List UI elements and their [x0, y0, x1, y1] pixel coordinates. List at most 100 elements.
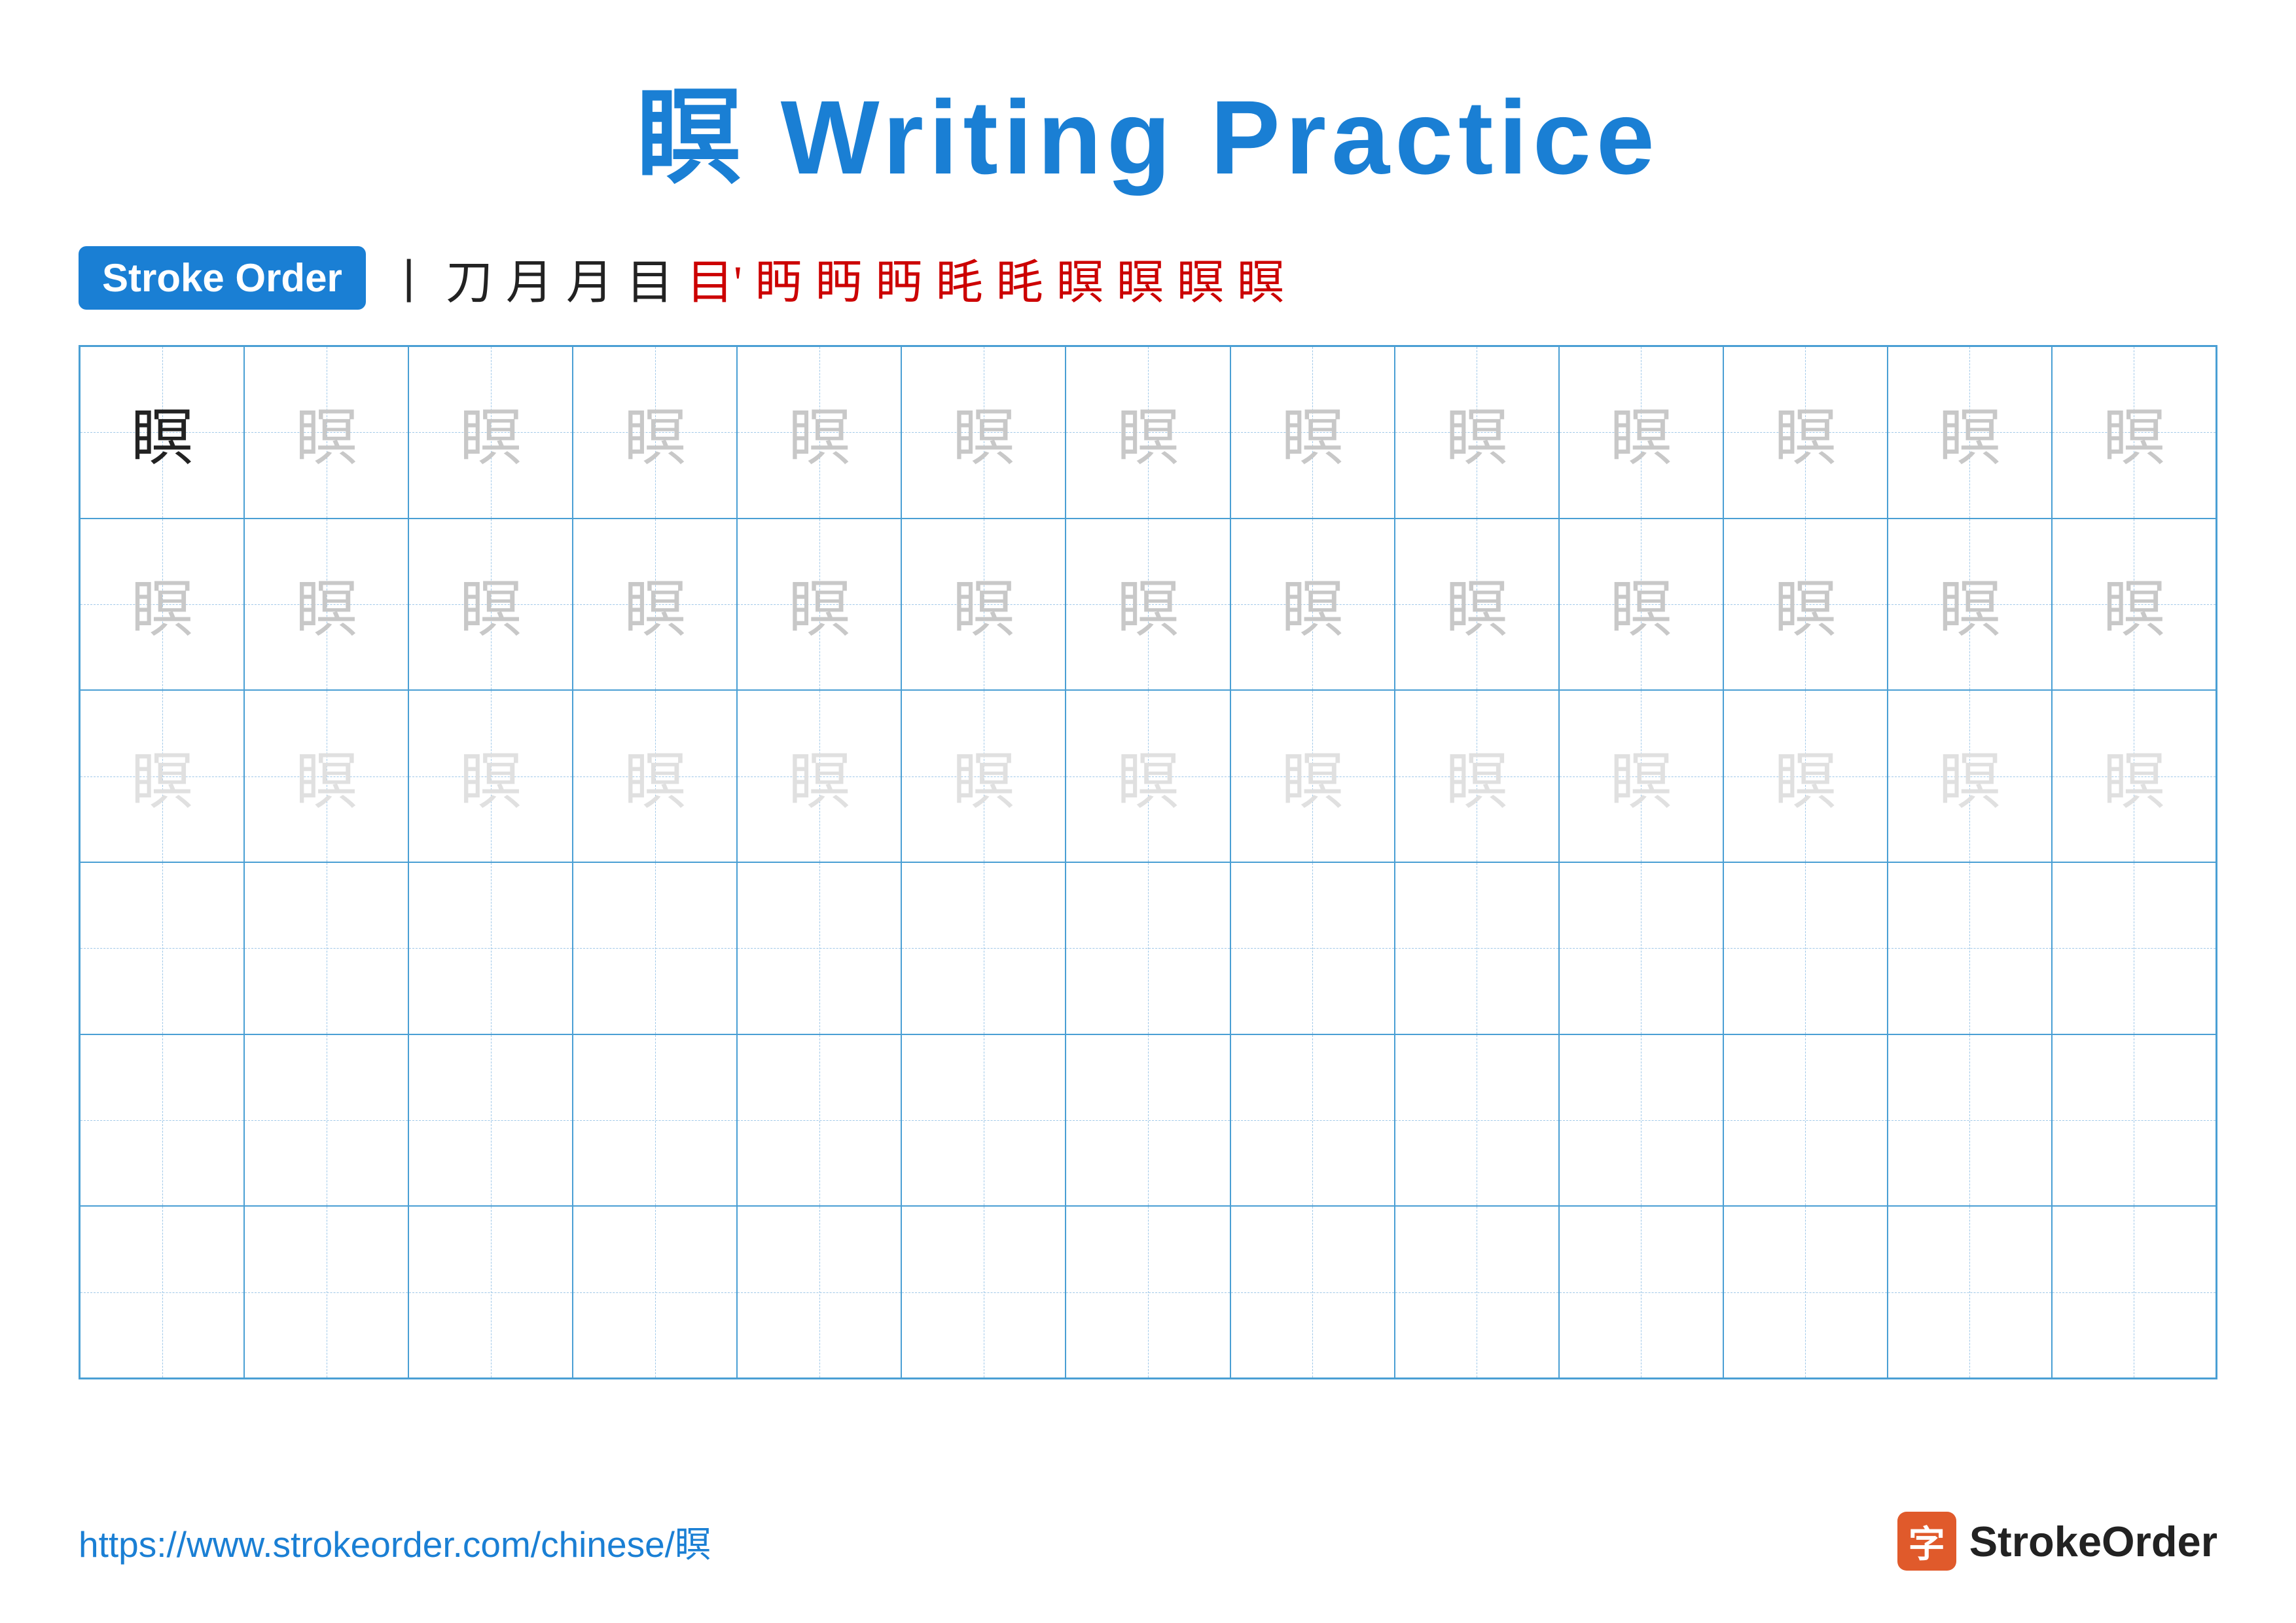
grid-cell[interactable] — [901, 1206, 1066, 1378]
grid-cell: 瞑 — [80, 346, 244, 519]
stroke-step-15: 瞑 — [1237, 244, 1284, 312]
cell-character: 瞑 — [624, 559, 686, 649]
grid-cell: 瞑 — [2052, 519, 2216, 691]
grid-cell[interactable] — [737, 862, 901, 1034]
grid-cell[interactable] — [1230, 1206, 1395, 1378]
grid-cell[interactable] — [1230, 862, 1395, 1034]
grid-cell[interactable] — [573, 862, 737, 1034]
cell-character: 瞑 — [1610, 731, 1672, 821]
grid-cell: 瞑 — [901, 346, 1066, 519]
stroke-step-8: 眄 — [816, 244, 863, 312]
grid-cell[interactable] — [1395, 1034, 1559, 1207]
cell-character: 瞑 — [1774, 388, 1837, 477]
grid-cell: 瞑 — [1888, 690, 2052, 862]
grid-cell: 瞑 — [1066, 690, 1230, 862]
grid-cell[interactable] — [901, 862, 1066, 1034]
cell-character: 瞑 — [459, 388, 522, 477]
cell-character: 瞑 — [1446, 559, 1508, 649]
grid-cell[interactable] — [1559, 1206, 1723, 1378]
grid-cell: 瞑 — [1230, 519, 1395, 691]
stroke-step-5: 目 — [626, 244, 673, 312]
stroke-step-12: 瞑 — [1056, 244, 1103, 312]
grid-cell: 瞑 — [1395, 690, 1559, 862]
grid-cell[interactable] — [80, 862, 244, 1034]
grid-cell: 瞑 — [1066, 346, 1230, 519]
stroke-step-2: 刀 — [446, 244, 493, 312]
grid-cell: 瞑 — [1723, 519, 1888, 691]
grid-cell[interactable] — [901, 1034, 1066, 1207]
grid-cell[interactable] — [408, 1034, 573, 1207]
stroke-order-section: Stroke Order 丨 刀 月 月 目 目' 眄 眄 眄 眊 眊 瞑 瞑 … — [79, 244, 2217, 312]
grid-cell[interactable] — [1723, 1206, 1888, 1378]
cell-character: 瞑 — [295, 388, 357, 477]
grid-cell: 瞑 — [1230, 690, 1395, 862]
grid-cell[interactable] — [737, 1034, 901, 1207]
logo-icon: 字 — [1897, 1512, 1956, 1571]
grid-cell[interactable] — [1723, 862, 1888, 1034]
grid-cell[interactable] — [408, 1206, 573, 1378]
grid-cell[interactable] — [1395, 1206, 1559, 1378]
grid-cell[interactable] — [408, 862, 573, 1034]
grid-cell[interactable] — [80, 1034, 244, 1207]
grid-cell[interactable] — [1559, 1034, 1723, 1207]
grid-cell[interactable] — [1230, 1034, 1395, 1207]
grid-cell[interactable] — [80, 1206, 244, 1378]
stroke-step-10: 眊 — [936, 244, 983, 312]
cell-character: 瞑 — [459, 731, 522, 821]
grid-cell: 瞑 — [80, 519, 244, 691]
grid-cell[interactable] — [244, 862, 408, 1034]
grid-cell[interactable] — [244, 1206, 408, 1378]
grid-cell[interactable] — [1888, 862, 2052, 1034]
footer: https://www.strokeorder.com/chinese/瞑 字 … — [79, 1512, 2217, 1571]
grid-cell: 瞑 — [737, 519, 901, 691]
grid-cell: 瞑 — [1066, 519, 1230, 691]
grid-cell: 瞑 — [1723, 690, 1888, 862]
grid-cell[interactable] — [2052, 1206, 2216, 1378]
cell-character: 瞑 — [1117, 559, 1179, 649]
cell-character: 瞑 — [788, 731, 850, 821]
grid-cell[interactable] — [244, 1034, 408, 1207]
cell-character: 瞑 — [952, 731, 1014, 821]
cell-character: 瞑 — [131, 731, 193, 821]
grid-cell[interactable] — [1559, 862, 1723, 1034]
grid-cell: 瞑 — [244, 690, 408, 862]
grid-cell[interactable] — [1066, 1206, 1230, 1378]
grid-cell: 瞑 — [408, 690, 573, 862]
grid-cell[interactable] — [1395, 862, 1559, 1034]
grid-cell: 瞑 — [901, 690, 1066, 862]
footer-url[interactable]: https://www.strokeorder.com/chinese/瞑 — [79, 1515, 711, 1567]
grid-cell: 瞑 — [80, 690, 244, 862]
cell-character: 瞑 — [1282, 731, 1344, 821]
grid-cell: 瞑 — [1559, 346, 1723, 519]
cell-character: 瞑 — [131, 559, 193, 649]
cell-character: 瞑 — [1446, 731, 1508, 821]
practice-grid: 瞑瞑瞑瞑瞑瞑瞑瞑瞑瞑瞑瞑瞑瞑瞑瞑瞑瞑瞑瞑瞑瞑瞑瞑瞑瞑瞑瞑瞑瞑瞑瞑瞑瞑瞑瞑瞑瞑瞑 — [79, 345, 2217, 1379]
grid-cell[interactable] — [573, 1034, 737, 1207]
stroke-step-3: 月 — [506, 244, 553, 312]
stroke-step-7: 眄 — [755, 244, 802, 312]
cell-character: 瞑 — [1610, 559, 1672, 649]
grid-cell[interactable] — [2052, 862, 2216, 1034]
grid-cell: 瞑 — [737, 346, 901, 519]
cell-character: 瞑 — [1939, 388, 2001, 477]
grid-cell: 瞑 — [2052, 690, 2216, 862]
grid-cell[interactable] — [1066, 1034, 1230, 1207]
grid-cell: 瞑 — [1559, 690, 1723, 862]
cell-character: 瞑 — [1939, 731, 2001, 821]
page-title: 瞑 Writing Practice — [79, 52, 2217, 204]
grid-cell[interactable] — [1888, 1034, 2052, 1207]
grid-cell[interactable] — [1723, 1034, 1888, 1207]
cell-character: 瞑 — [952, 388, 1014, 477]
cell-character: 瞑 — [1610, 388, 1672, 477]
grid-cell: 瞑 — [1559, 519, 1723, 691]
grid-cell[interactable] — [737, 1206, 901, 1378]
grid-cell: 瞑 — [1888, 519, 2052, 691]
stroke-step-9: 眄 — [876, 244, 923, 312]
grid-cell[interactable] — [573, 1206, 737, 1378]
stroke-step-6: 目' — [687, 244, 742, 312]
grid-cell[interactable] — [2052, 1034, 2216, 1207]
stroke-order-chars: 丨 刀 月 月 目 目' 眄 眄 眄 眊 眊 瞑 瞑 瞑 瞑 — [386, 244, 1284, 312]
grid-cell[interactable] — [1066, 862, 1230, 1034]
grid-cell[interactable] — [1888, 1206, 2052, 1378]
cell-character: 瞑 — [459, 559, 522, 649]
